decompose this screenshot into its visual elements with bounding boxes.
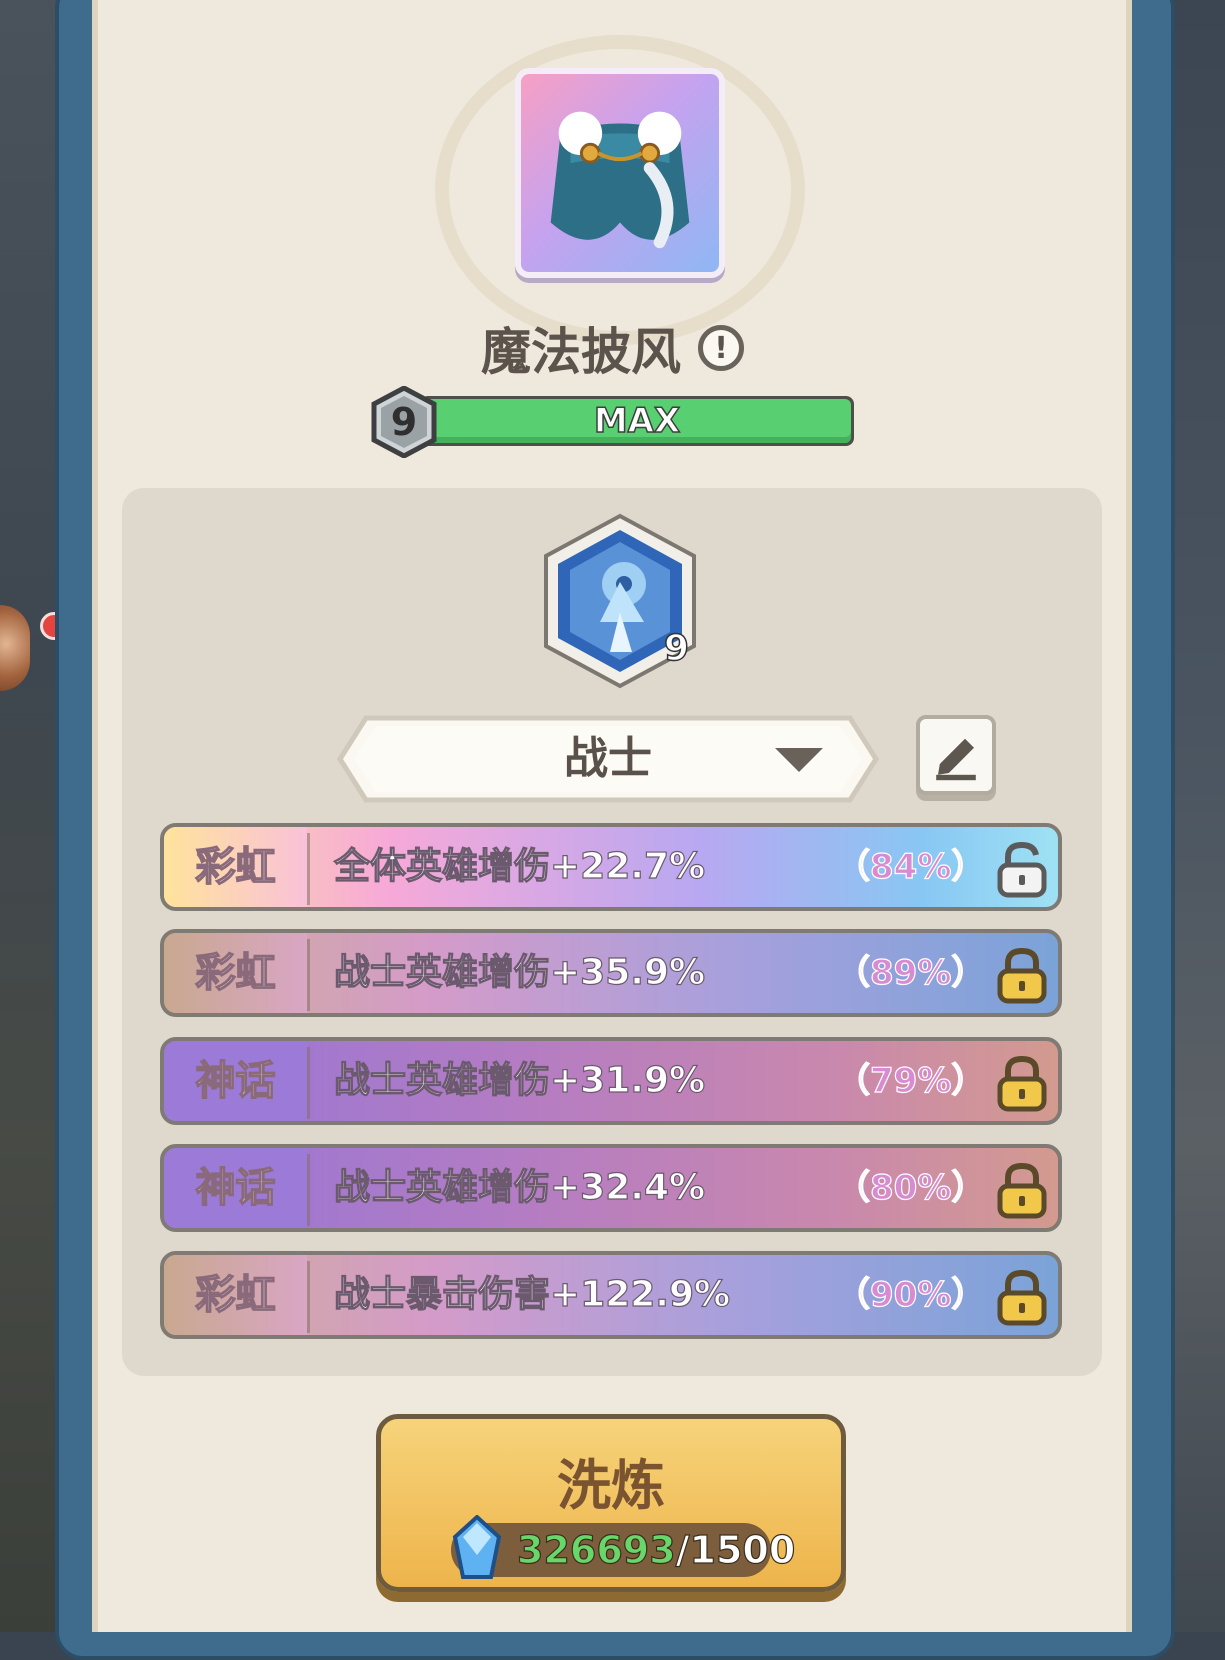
- lock-icon[interactable]: [994, 1055, 1050, 1113]
- cost-have: 326693: [516, 1527, 676, 1572]
- row-separator: [307, 1261, 310, 1333]
- attribute-text: 战士英雄增伤+35.9%: [333, 951, 706, 993]
- level-bar-label: MAX: [593, 400, 681, 442]
- row-separator: [307, 833, 310, 905]
- level-bar: MAX: [420, 396, 854, 446]
- edit-button[interactable]: [916, 715, 996, 795]
- attribute-percent: （89%）: [835, 952, 986, 993]
- attribute-text: 战士暴击伤害+122.9%: [333, 1273, 731, 1315]
- cost-need: /1500: [675, 1527, 796, 1572]
- attribute-percent: （84%）: [835, 846, 986, 887]
- cape-item-icon[interactable]: [515, 68, 725, 278]
- attribute-row: 彩虹 战士英雄增伤+35.9% （89%）: [160, 929, 1062, 1017]
- item-title-row: 魔法披风 !: [0, 312, 1225, 382]
- item-name: 魔法披风: [480, 323, 681, 381]
- attribute-text: 战士英雄增伤+32.4%: [333, 1166, 706, 1208]
- attribute-percent: （90%）: [835, 1274, 986, 1315]
- attribute-row: 彩虹 战士暴击伤害+122.9% （90%）: [160, 1251, 1062, 1339]
- class-level: 9: [663, 627, 690, 670]
- refine-cost: 326693/1500: [516, 1523, 796, 1577]
- row-separator: [307, 1047, 310, 1119]
- row-separator: [307, 1154, 310, 1226]
- refine-label: 洗炼: [557, 1454, 665, 1517]
- attribute-row: 神话 战士英雄增伤+31.9% （79%）: [160, 1037, 1062, 1125]
- attribute-percent: （79%）: [835, 1060, 986, 1101]
- level-number: 9: [390, 400, 418, 444]
- rarity-label: 彩虹: [164, 933, 307, 1013]
- attribute-row: 神话 战士英雄增伤+32.4% （80%）: [160, 1144, 1062, 1232]
- attribute-text: 全体英雄增伤+22.7%: [333, 845, 706, 887]
- edit-icon: [936, 738, 976, 781]
- gem-icon: [451, 1515, 503, 1583]
- lock-icon[interactable]: [994, 1162, 1050, 1220]
- rarity-label: 彩虹: [164, 827, 307, 907]
- refine-button[interactable]: 洗炼 326693/1500: [376, 1414, 846, 1592]
- row-separator: [307, 939, 310, 1011]
- info-icon[interactable]: !: [698, 325, 745, 371]
- attribute-text: 战士英雄增伤+31.9%: [333, 1059, 706, 1101]
- unlock-icon[interactable]: [994, 841, 1050, 899]
- attribute-row: 彩虹 全体英雄增伤+22.7% （84%）: [160, 823, 1062, 911]
- lock-icon[interactable]: [994, 947, 1050, 1005]
- rarity-label: 神话: [164, 1041, 307, 1121]
- rarity-label: 彩虹: [164, 1255, 307, 1335]
- level-badge: 9: [370, 385, 438, 459]
- rarity-label: 神话: [164, 1148, 307, 1228]
- attribute-percent: （80%）: [835, 1167, 986, 1208]
- dropdown-arrow-icon[interactable]: [775, 748, 823, 772]
- lock-icon[interactable]: [994, 1269, 1050, 1327]
